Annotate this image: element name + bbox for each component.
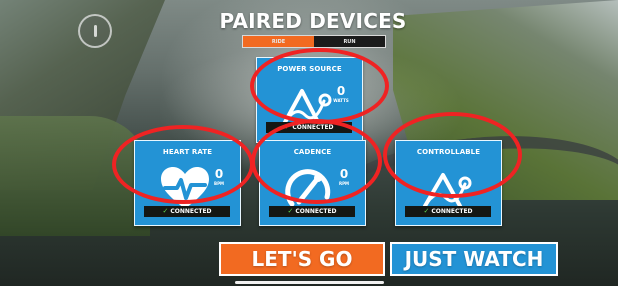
check-icon: ✓ <box>423 207 430 215</box>
controllable-status: ✓ CONNECTED <box>405 206 491 217</box>
paired-devices-screen: PAIRED DEVICES RIDE RUN POWER SOURCE 0 W… <box>0 0 618 286</box>
page-title: PAIRED DEVICES <box>219 9 407 33</box>
check-icon: ✓ <box>287 207 294 215</box>
controllable-status-text: CONNECTED <box>431 208 473 215</box>
sport-tabs: RIDE RUN <box>242 35 386 48</box>
tab-run[interactable]: RUN <box>314 36 385 47</box>
lets-go-button[interactable]: LET'S GO <box>219 242 385 276</box>
info-icon <box>94 25 97 37</box>
heart-rate-highlight <box>112 125 254 204</box>
heart-rate-status-text: CONNECTED <box>170 208 212 215</box>
heart-rate-status: ✓ CONNECTED <box>144 206 230 217</box>
tab-ride[interactable]: RIDE <box>243 36 314 47</box>
check-icon: ✓ <box>162 207 169 215</box>
controllable-highlight <box>383 112 522 198</box>
info-button[interactable] <box>78 14 112 48</box>
cadence-status: ✓ CONNECTED <box>269 206 355 217</box>
home-indicator <box>235 281 384 284</box>
cadence-status-text: CONNECTED <box>295 208 337 215</box>
power-source-highlight <box>250 48 389 124</box>
just-watch-button[interactable]: JUST WATCH <box>390 242 558 276</box>
cadence-highlight <box>251 119 382 204</box>
